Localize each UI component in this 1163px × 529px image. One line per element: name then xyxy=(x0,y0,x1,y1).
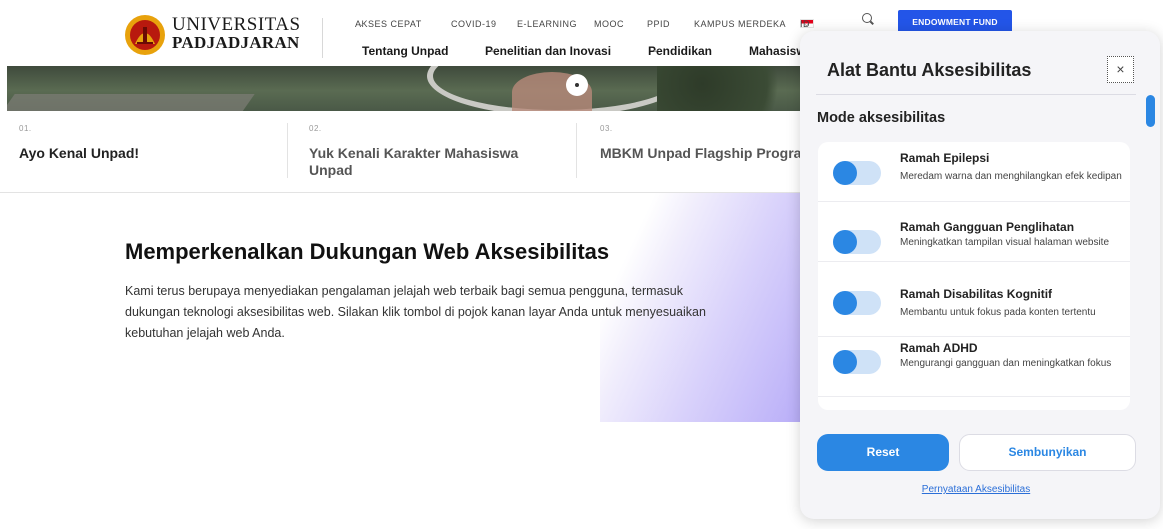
panel-title: Alat Bantu Aksesibilitas xyxy=(827,60,1032,80)
accessibility-statement-link[interactable]: Pernyataan Aksesibilitas xyxy=(800,484,1152,495)
toggle-knob xyxy=(833,230,857,254)
feature-card-3[interactable]: 03. MBKM Unpad Flagship Program xyxy=(600,124,814,162)
reset-button[interactable]: Reset xyxy=(817,434,949,471)
chevron-down-icon: ⌄ xyxy=(489,44,497,54)
search-icon[interactable] xyxy=(862,13,872,23)
toggle-switch[interactable] xyxy=(833,350,881,374)
panel-divider xyxy=(816,94,1136,95)
feature-divider xyxy=(576,123,577,178)
toggle-switch[interactable] xyxy=(833,230,881,254)
mode-name: Ramah Gangguan Penglihatan xyxy=(900,220,1075,234)
feature-number: 03. xyxy=(600,124,613,133)
mode-name: Ramah Epilepsi xyxy=(900,151,990,165)
close-icon: × xyxy=(1116,61,1125,77)
mode-desc: Meredam warna dan menghilangkan efek ked… xyxy=(900,171,1122,182)
close-button[interactable]: × xyxy=(1107,56,1134,83)
mode-desc: Meningkatkan tampilan visual halaman web… xyxy=(900,237,1110,248)
hide-button[interactable]: Sembunyikan xyxy=(959,434,1136,471)
feature-card-1[interactable]: 01. Ayo Kenal Unpad! xyxy=(19,124,139,162)
feature-number: 01. xyxy=(19,124,32,133)
mode-kognitif: Ramah Disabilitas Kognitif Membantu untu… xyxy=(818,277,1130,337)
accessibility-panel: Alat Bantu Aksesibilitas × Mode aksesibi… xyxy=(800,31,1160,519)
toggle-knob xyxy=(833,291,857,315)
mode-name: Ramah ADHD xyxy=(900,341,978,355)
topnav-mooc[interactable]: MOOC xyxy=(594,19,624,29)
mode-list: Ramah Epilepsi Meredam warna dan menghil… xyxy=(818,142,1130,410)
feature-title: MBKM Unpad Flagship Program xyxy=(600,145,814,161)
hero-road xyxy=(7,94,255,111)
panel-scrollbar[interactable] xyxy=(1146,95,1155,127)
mode-desc: Membantu untuk fokus pada konten tertent… xyxy=(900,307,1096,318)
hero-trees xyxy=(657,66,800,111)
topnav-covid[interactable]: COVID-19 xyxy=(451,19,497,29)
section-label: Mode aksesibilitas xyxy=(817,110,946,126)
topnav-kampus-merdeka[interactable]: KAMPUS MERDEKA xyxy=(694,19,786,29)
brand-line-1: UNIVERSITAS xyxy=(172,14,301,35)
chevron-down-icon: ⌄ xyxy=(803,19,811,28)
brand-name[interactable]: UNIVERSITAS PADJADJARAN xyxy=(172,14,301,52)
feature-title: Yuk Kenali Karakter Mahasiswa Unpad xyxy=(309,145,519,178)
hero-image xyxy=(7,66,800,111)
feature-title: Ayo Kenal Unpad! xyxy=(19,145,140,161)
nav-tentang-unpad[interactable]: Tentang Unpad xyxy=(362,44,448,58)
feature-divider xyxy=(287,123,288,178)
mode-desc: Mengurangi gangguan dan meningkatkan fok… xyxy=(900,358,1112,369)
intro-title: Memperkenalkan Dukungan Web Aksesibilita… xyxy=(125,239,610,264)
mode-adhd: Ramah ADHD Mengurangi gangguan dan menin… xyxy=(818,337,1130,397)
feature-card-2[interactable]: 02. Yuk Kenali Karakter Mahasiswa Unpad xyxy=(309,124,559,179)
brand-line-2: PADJADJARAN xyxy=(172,33,300,52)
topnav-elearning[interactable]: E-LEARNING xyxy=(517,19,577,29)
slider-dot-button[interactable] xyxy=(566,74,588,96)
brand-divider xyxy=(322,18,323,58)
mode-penglihatan: Ramah Gangguan Penglihatan Meningkatkan … xyxy=(818,202,1130,262)
toggle-knob xyxy=(833,161,857,185)
feature-number: 02. xyxy=(309,124,322,133)
nav-mahasiswa[interactable]: Mahasisw xyxy=(749,44,806,58)
mode-epilepsi: Ramah Epilepsi Meredam warna dan menghil… xyxy=(818,142,1130,202)
chevron-down-icon: ⌄ xyxy=(652,44,660,54)
topnav-ppid[interactable]: PPID xyxy=(647,19,670,29)
mode-name: Ramah Disabilitas Kognitif xyxy=(900,287,1053,301)
chevron-down-icon: ⌄ xyxy=(358,19,366,28)
intro-text: Kami terus berupaya menyediakan pengalam… xyxy=(125,284,706,340)
toggle-switch[interactable] xyxy=(833,161,881,185)
unpad-logo-icon[interactable] xyxy=(124,14,166,56)
toggle-knob xyxy=(833,350,857,374)
toggle-switch[interactable] xyxy=(833,291,881,315)
